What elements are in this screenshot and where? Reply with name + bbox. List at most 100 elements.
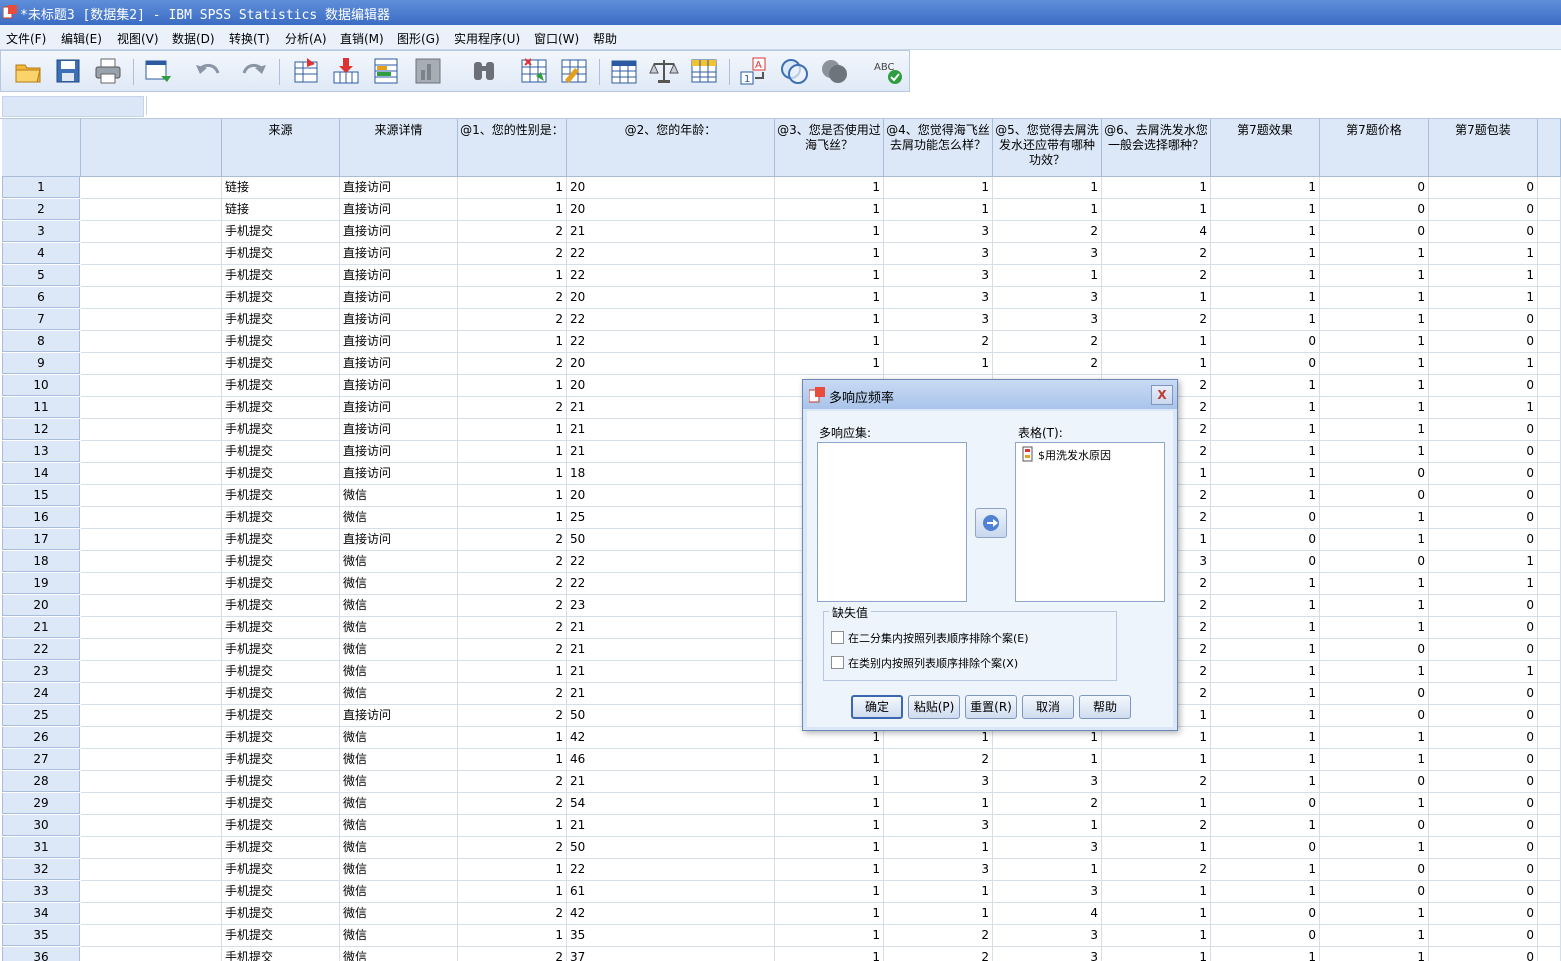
table-cell[interactable]: 0 — [1211, 551, 1320, 573]
table-cell[interactable]: 手机提交 — [222, 683, 340, 705]
table-cell[interactable]: 直接访问 — [340, 177, 458, 199]
table-cell[interactable] — [1538, 727, 1561, 749]
row-number[interactable]: 33 — [2, 881, 80, 902]
variables-icon[interactable] — [371, 56, 401, 86]
row-number[interactable]: 34 — [2, 903, 80, 924]
table-cell[interactable]: 1 — [1320, 265, 1429, 287]
table-cell[interactable]: 0 — [1429, 375, 1538, 397]
table-cell[interactable]: 1 — [884, 353, 993, 375]
table-cell[interactable]: 2 — [884, 925, 993, 947]
table-cell[interactable]: 0 — [1211, 793, 1320, 815]
table-cell[interactable]: 1 — [775, 793, 884, 815]
table-cell[interactable]: 1 — [775, 265, 884, 287]
table-cell[interactable]: 直接访问 — [340, 309, 458, 331]
table-cell[interactable]: 22 — [567, 573, 775, 595]
table-cell[interactable]: 1 — [1211, 221, 1320, 243]
menu-transform[interactable]: 转换(T) — [229, 30, 270, 47]
goto-case-icon[interactable] — [291, 56, 321, 86]
row-number[interactable]: 11 — [2, 397, 80, 418]
table-cell[interactable] — [81, 287, 222, 309]
table-cell[interactable]: 1 — [1320, 287, 1429, 309]
table-cell[interactable]: 微信 — [340, 573, 458, 595]
table-cell[interactable]: 0 — [1320, 771, 1429, 793]
table-cell[interactable]: 0 — [1429, 749, 1538, 771]
row-number[interactable]: 6 — [2, 287, 80, 308]
table-cell[interactable]: 1 — [775, 199, 884, 221]
table-cell[interactable] — [81, 573, 222, 595]
table-cell[interactable]: 1 — [1211, 419, 1320, 441]
table-cell[interactable] — [1538, 265, 1561, 287]
table-cell[interactable]: 3 — [884, 221, 993, 243]
table-cell[interactable]: 1 — [1211, 881, 1320, 903]
show-all-variables-icon[interactable] — [819, 56, 849, 86]
table-cell[interactable]: 2 — [993, 331, 1102, 353]
table-cell[interactable]: 微信 — [340, 859, 458, 881]
table-cell[interactable]: 3 — [993, 771, 1102, 793]
row-number[interactable]: 27 — [2, 749, 80, 770]
table-cell[interactable] — [81, 947, 222, 961]
table-cell[interactable]: 手机提交 — [222, 947, 340, 961]
table-cell[interactable]: 手机提交 — [222, 309, 340, 331]
row-number[interactable]: 25 — [2, 705, 80, 726]
table-cell[interactable]: 3 — [884, 309, 993, 331]
table-cell[interactable]: 1 — [1211, 683, 1320, 705]
table-cell[interactable]: 0 — [1429, 903, 1538, 925]
table-cell[interactable]: 1 — [1320, 507, 1429, 529]
table-cell[interactable]: 22 — [567, 331, 775, 353]
table-cell[interactable]: 1 — [775, 771, 884, 793]
table-cell[interactable] — [81, 353, 222, 375]
table-cell[interactable]: 1 — [1211, 617, 1320, 639]
table-cell[interactable] — [1538, 331, 1561, 353]
table-cell[interactable]: 直接访问 — [340, 375, 458, 397]
table-cell[interactable]: 1 — [1320, 793, 1429, 815]
table-list[interactable]: $用洗发水原因 — [1015, 442, 1165, 602]
table-cell[interactable]: 手机提交 — [222, 925, 340, 947]
table-cell[interactable]: 1 — [458, 507, 567, 529]
table-cell[interactable]: 手机提交 — [222, 529, 340, 551]
table-cell[interactable]: 1 — [1102, 177, 1211, 199]
table-cell[interactable]: 1 — [1211, 463, 1320, 485]
table-cell[interactable]: 1 — [1320, 617, 1429, 639]
table-cell[interactable]: 1 — [458, 815, 567, 837]
table-cell[interactable]: 直接访问 — [340, 221, 458, 243]
table-cell[interactable] — [81, 617, 222, 639]
row-number[interactable]: 22 — [2, 639, 80, 660]
table-cell[interactable] — [81, 507, 222, 529]
table-cell[interactable]: 4 — [993, 903, 1102, 925]
row-number[interactable]: 19 — [2, 573, 80, 594]
table-cell[interactable]: 直接访问 — [340, 441, 458, 463]
table-cell[interactable]: 1 — [775, 947, 884, 961]
table-cell[interactable] — [1538, 507, 1561, 529]
table-cell[interactable]: 微信 — [340, 793, 458, 815]
table-cell[interactable]: 1 — [1429, 265, 1538, 287]
table-cell[interactable]: 0 — [1429, 309, 1538, 331]
table-cell[interactable]: 0 — [1429, 221, 1538, 243]
column-header[interactable]: @2、您的年龄： — [567, 119, 775, 177]
table-cell[interactable]: 1 — [1211, 265, 1320, 287]
column-header[interactable]: 第7题价格 — [1320, 119, 1429, 177]
table-cell[interactable]: 1 — [1320, 573, 1429, 595]
table-cell[interactable]: 1 — [1320, 595, 1429, 617]
table-cell[interactable]: 1 — [458, 419, 567, 441]
table-cell[interactable]: 手机提交 — [222, 221, 340, 243]
table-cell[interactable]: 21 — [567, 397, 775, 419]
table-cell[interactable]: 3 — [993, 309, 1102, 331]
table-cell[interactable] — [1538, 903, 1561, 925]
table-cell[interactable]: 0 — [1320, 815, 1429, 837]
table-cell[interactable]: 1 — [775, 243, 884, 265]
table-cell[interactable] — [81, 199, 222, 221]
column-header[interactable] — [81, 119, 222, 177]
table-cell[interactable]: 1 — [1211, 815, 1320, 837]
table-cell[interactable]: 直接访问 — [340, 243, 458, 265]
table-cell[interactable]: 2 — [884, 331, 993, 353]
row-number[interactable]: 14 — [2, 463, 80, 484]
table-cell[interactable]: 1 — [775, 177, 884, 199]
table-cell[interactable]: 1 — [775, 925, 884, 947]
table-cell[interactable] — [1538, 463, 1561, 485]
table-cell[interactable]: 手机提交 — [222, 837, 340, 859]
table-cell[interactable]: 直接访问 — [340, 265, 458, 287]
table-cell[interactable]: 手机提交 — [222, 243, 340, 265]
table-cell[interactable] — [1538, 859, 1561, 881]
table-cell[interactable]: 20 — [567, 353, 775, 375]
table-cell[interactable]: 1 — [1211, 859, 1320, 881]
